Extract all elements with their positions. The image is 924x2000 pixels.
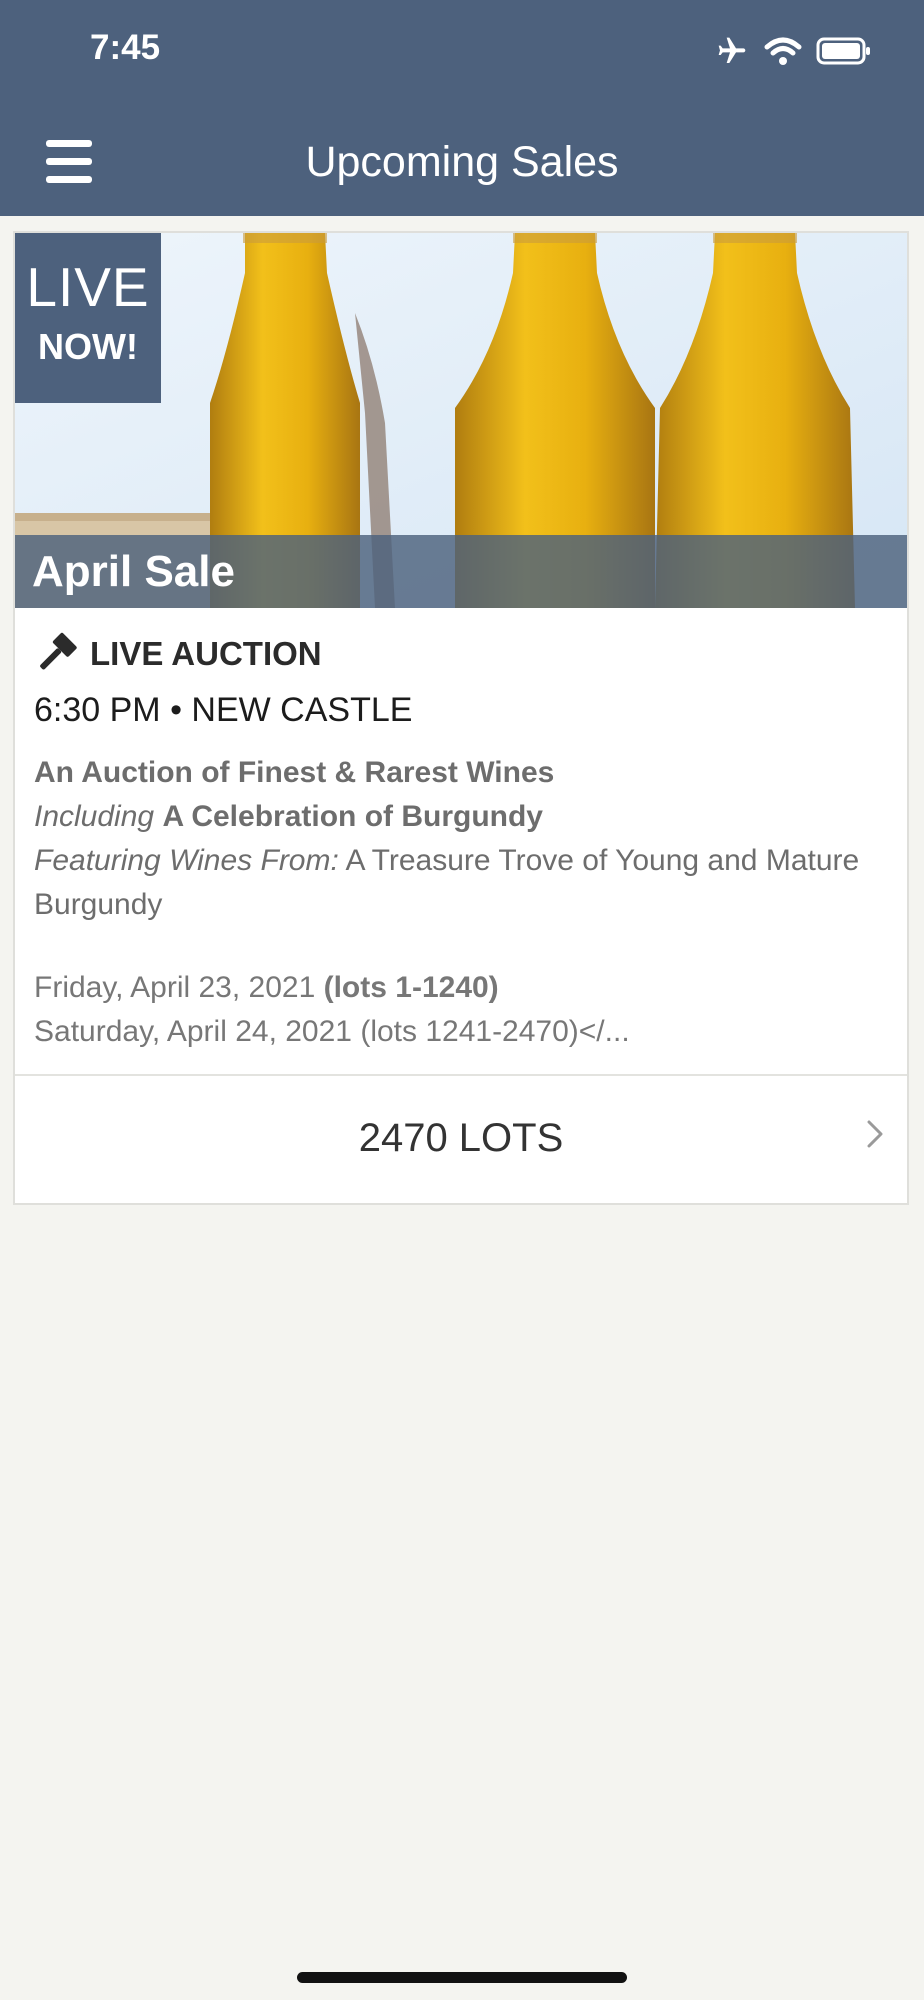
sale-date-2: Saturday, April 24, 2021 (lots 1241-2470… (34, 1015, 630, 1048)
sale-headline: An Auction of Finest & Rarest Wines (34, 756, 555, 789)
chevron-right-icon (867, 1120, 883, 1148)
auction-type: LIVE AUCTION (34, 629, 322, 679)
sale-title-bar: April Sale (15, 535, 907, 608)
gavel-icon (40, 632, 77, 670)
battery-icon (816, 37, 870, 65)
badge-now-text: NOW! (38, 326, 138, 367)
status-time: 7:45 (90, 28, 161, 67)
sale-title: April Sale (32, 547, 235, 596)
sale-date-1-lots: (lots 1-1240) (323, 971, 499, 1004)
sale-date-1: Friday, April 23, 2021 (lots 1-1240) (34, 971, 499, 1005)
status-icons (714, 33, 872, 69)
live-now-badge: LIVE NOW! (15, 233, 161, 403)
featuring-prefix: Featuring Wines From: (34, 844, 339, 877)
auction-type-label: LIVE AUCTION (90, 635, 322, 672)
including-title: A Celebration of Burgundy (162, 800, 543, 833)
view-lots-button[interactable]: 2470 LOTS (15, 1076, 907, 1205)
including-prefix: Including (34, 800, 155, 833)
sale-date-1-text: Friday, April 23, 2021 (34, 971, 316, 1004)
sale-description: An Auction of Finest & Rarest Wines Incl… (34, 751, 894, 927)
sale-card[interactable]: LIVE NOW! April Sale LIVE AUCTION 6:30 P… (13, 231, 909, 1205)
badge-live-text: LIVE (26, 256, 150, 318)
page-title: Upcoming Sales (305, 138, 619, 186)
time-location: 6:30 PM • NEW CASTLE (34, 691, 413, 729)
home-indicator[interactable] (297, 1972, 627, 1983)
wifi-icon (764, 37, 802, 65)
lots-count: 2470 LOTS (358, 1116, 564, 1160)
sale-image: LIVE NOW! April Sale (15, 233, 907, 608)
airplane-icon (718, 37, 746, 63)
top-bar: 7:45 Upcoming Sales (0, 0, 924, 216)
